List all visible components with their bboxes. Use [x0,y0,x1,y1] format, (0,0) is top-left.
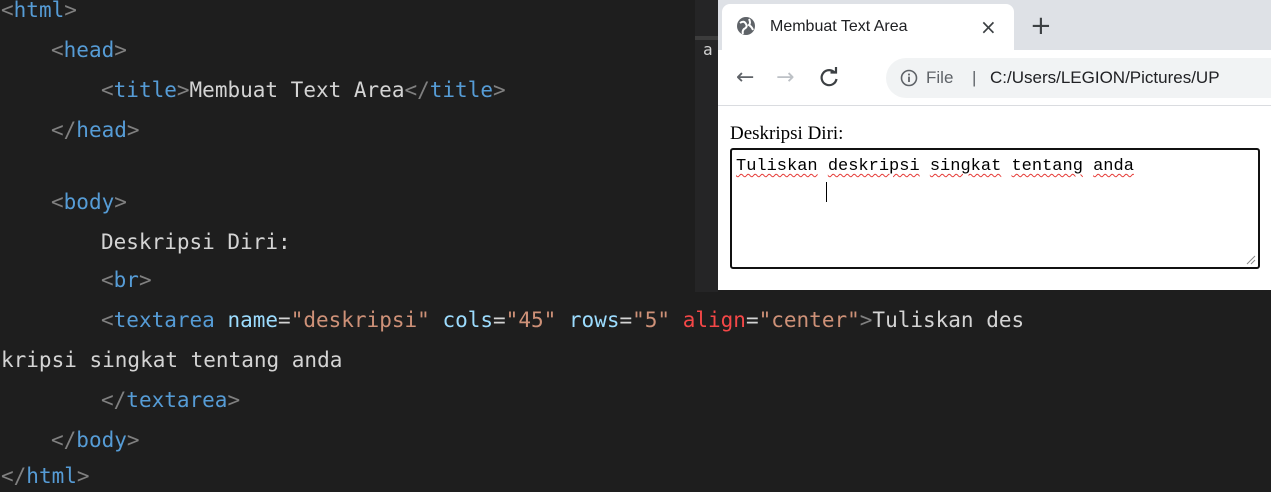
code-token: "deskripsi" [290,308,430,332]
code-token: Membuat Text Area [189,78,405,102]
textarea-word: deskripsi [827,157,920,176]
code-token: > [227,388,241,412]
address-bar[interactable]: File | C:/Users/LEGION/Pictures/UP [886,58,1271,98]
code-token: align [682,308,746,332]
editor-side-panel: a [695,0,718,292]
textarea-word: Tuliskan [736,157,818,176]
code-token: head [63,38,115,62]
back-button[interactable]: ← [736,50,754,106]
textarea-word: singkat [929,157,1002,176]
code-token: title [113,78,177,102]
forward-button[interactable]: → [776,50,794,106]
code-token: < [1,0,14,22]
code-token: = [619,308,633,332]
code-token: < [51,190,64,214]
code-token: </ [51,118,77,142]
resize-grip-icon[interactable] [1246,255,1256,265]
code-token: = [493,308,506,332]
address-scheme-label: File [926,68,954,87]
code-token: "45" [505,308,557,332]
code-token: > [114,38,127,62]
code-token: < [101,268,114,292]
browser-toolbar: ← → File | C:/Users/LEGION/Pictures/UP [718,50,1271,106]
code-token: title [429,78,493,102]
code-token: </ [51,428,77,452]
address-separator: | [972,68,977,87]
textarea-content: Tuliskan deskripsi singkat tentang anda [736,157,1134,176]
code-line[interactable]: </body> [51,420,140,460]
textarea-word: tentang [1011,157,1083,176]
code-token: textarea [113,308,215,332]
textarea-word: anda [1093,157,1134,176]
reload-button[interactable] [818,50,840,106]
globe-icon [736,16,756,36]
tab-bar: Membuat Text Area × + [718,0,1271,50]
code-token: < [101,308,114,332]
new-tab-button[interactable]: + [1030,6,1052,46]
code-token: Deskripsi Diri: [101,230,291,254]
code-line[interactable]: </head> [51,110,140,150]
code-line[interactable]: <textarea name="deskripsi" cols="45" row… [101,300,1024,340]
code-token: = [745,308,759,332]
code-token: body [63,190,115,214]
code-token: > [138,268,152,292]
code-line[interactable]: </textarea> [101,380,240,420]
code-token: < [101,78,114,102]
code-token: "center" [758,308,860,332]
code-token: = [278,308,291,332]
side-panel-char: a [703,40,713,59]
code-token: > [859,308,873,332]
code-token: rows [568,308,620,332]
code-line[interactable]: </html> [1,456,90,492]
tab-close-button[interactable]: × [980,4,997,50]
text-caret [826,182,827,202]
code-token: Tuliskan des [872,308,1025,332]
code-token: textarea [126,388,228,412]
code-token: body [76,428,127,452]
code-token: > [126,118,140,142]
code-token: < [51,38,64,62]
code-token: > [126,428,140,452]
browser-tab[interactable]: Membuat Text Area × [722,4,1014,50]
code-line[interactable]: kripsi singkat tentang anda [1,340,342,380]
code-line[interactable]: <head> [51,30,127,70]
code-token: > [76,464,90,488]
code-line[interactable]: <body> [51,182,127,222]
code-token: > [64,0,77,22]
code-token: </ [404,78,430,102]
description-textarea[interactable]: Tuliskan deskripsi singkat tentang anda [730,148,1260,269]
code-line[interactable]: <html> [1,0,77,30]
code-token: > [176,78,190,102]
address-url: C:/Users/LEGION/Pictures/UP [990,68,1220,87]
code-line[interactable]: <title>Membuat Text Area</title> [101,70,506,110]
description-label: Deskripsi Diri: [730,123,844,144]
code-token: html [13,0,65,22]
page-content: Deskripsi Diri: Tuliskan deskripsi singk… [718,107,1271,290]
code-token: </ [101,388,127,412]
info-icon[interactable] [900,69,918,87]
code-line[interactable]: <br> [101,260,152,300]
code-token: cols [442,308,494,332]
tab-title: Membuat Text Area [770,18,908,35]
reload-icon [820,67,838,87]
browser-window: Membuat Text Area × + ← → File | C:/User [718,0,1271,292]
code-token: > [114,190,127,214]
code-token: name [227,308,279,332]
code-line[interactable]: Deskripsi Diri: [101,222,291,262]
code-token: html [26,464,77,488]
code-token: kripsi singkat tentang anda [1,348,343,372]
code-token: "5" [632,308,671,332]
code-token: </ [1,464,27,488]
code-token: > [492,78,506,102]
code-token: br [113,268,139,292]
code-token: head [76,118,127,142]
